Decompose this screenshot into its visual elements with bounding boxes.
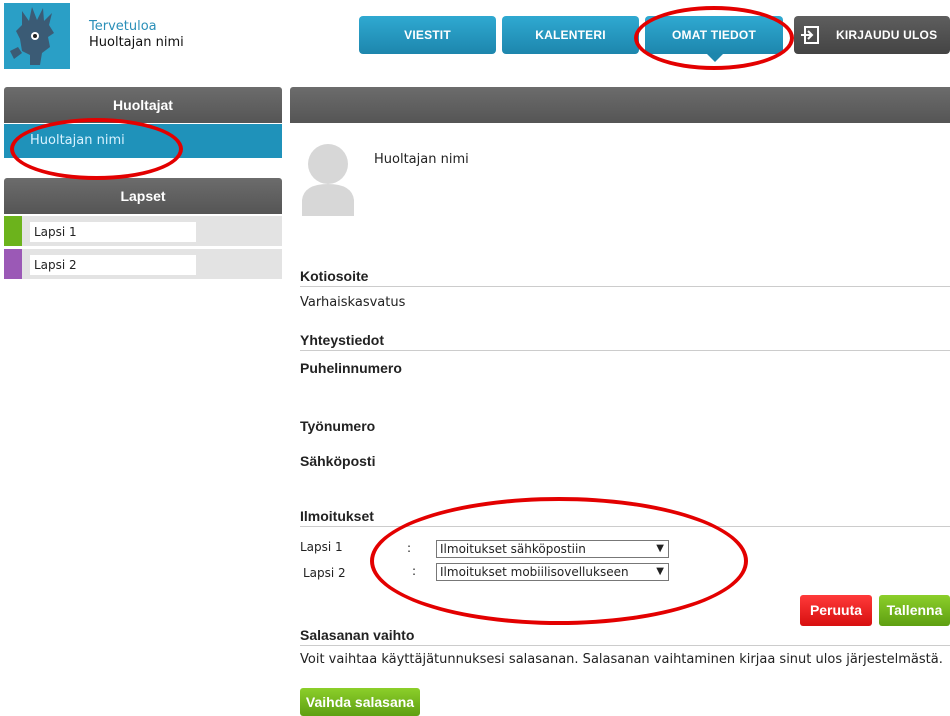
user-avatar-icon (302, 144, 354, 216)
profile-name: Huoltajan nimi (374, 152, 469, 167)
notification-method-select[interactable]: Ilmoitukset sähköpostiin ▼ (436, 540, 669, 558)
logout-label: KIRJAUDU ULOS (836, 28, 938, 42)
work-phone-label: Työnumero (300, 418, 376, 434)
separator-colon: : (412, 564, 417, 578)
change-password-button[interactable]: Vaihda salasana (300, 688, 420, 716)
cancel-button[interactable]: Peruuta (800, 595, 872, 626)
contact-info-heading: Yhteystiedot (300, 332, 950, 351)
nav-messages-button[interactable]: VIESTIT (359, 16, 496, 54)
dropdown-arrow-icon: ▼ (656, 543, 664, 554)
notification-child-label: Lapsi 1 (300, 540, 343, 554)
password-change-text: Voit vaihtaa käyttäjätunnuksesi salasana… (300, 652, 943, 667)
sidebar-item-child-2[interactable]: Lapsi 2 (4, 249, 282, 280)
nav-calendar-button[interactable]: KALENTERI (502, 16, 639, 54)
home-address-value: Varhaiskasvatus (300, 295, 406, 310)
children-header: Lapset (4, 178, 282, 214)
kid-mascot-icon (4, 3, 70, 69)
header-user-name: Huoltajan nimi (89, 35, 184, 50)
dropdown-arrow-icon: ▼ (656, 566, 664, 577)
password-change-heading: Salasanan vaihto (300, 627, 950, 646)
select-value: Ilmoitukset mobiilisovellukseen (440, 565, 629, 579)
notification-child-label: Lapsi 2 (303, 566, 346, 580)
app-logo (4, 3, 70, 69)
separator-colon: : (407, 541, 412, 555)
logout-icon (801, 26, 819, 44)
select-value: Ilmoitukset sähköpostiin (440, 542, 586, 556)
sidebar-item-guardian[interactable]: Huoltajan nimi (4, 124, 282, 158)
child-color-stripe (4, 249, 22, 279)
active-tab-caret-icon (707, 54, 723, 62)
guardians-header: Huoltajat (4, 87, 282, 123)
home-address-heading: Kotiosoite (300, 268, 950, 287)
child-name: Lapsi 2 (30, 255, 196, 275)
child-name: Lapsi 1 (30, 222, 196, 242)
notification-method-select[interactable]: Ilmoitukset mobiilisovellukseen ▼ (436, 563, 669, 581)
nav-own-info-label: OMAT TIEDOT (672, 28, 756, 42)
save-button[interactable]: Tallenna (879, 595, 950, 626)
sidebar-item-child-1[interactable]: Lapsi 1 (4, 216, 282, 247)
logout-button[interactable]: KIRJAUDU ULOS (794, 16, 950, 54)
child-color-stripe (4, 216, 22, 246)
nav-own-info-button[interactable]: OMAT TIEDOT (645, 16, 783, 62)
main-panel-header (290, 87, 950, 123)
phone-label: Puhelinnumero (300, 360, 402, 376)
welcome-text: Tervetuloa (89, 19, 157, 34)
email-label: Sähköposti (300, 453, 376, 469)
notifications-heading: Ilmoitukset (300, 508, 950, 527)
